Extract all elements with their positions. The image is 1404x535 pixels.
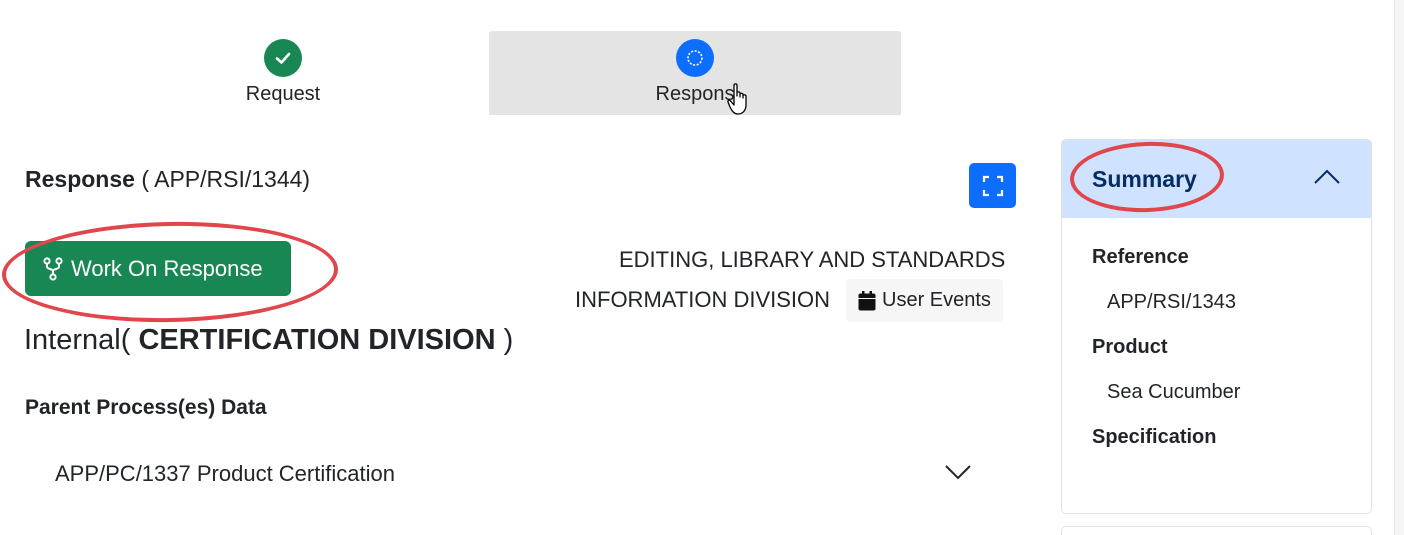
step-response-label: Respons [655,83,735,105]
response-title: Response ( APP/RSI/1344) [25,166,310,193]
calendar-icon [858,290,876,311]
parent-process-heading: Parent Process(es) Data [25,396,267,419]
chevron-up-icon[interactable] [1313,168,1341,191]
scrollbar-track[interactable] [1394,0,1404,535]
internal-division-name: CERTIFICATION DIVISION [138,324,496,356]
next-card [1061,526,1372,535]
summary-product-value: Sea Cucumber [1107,381,1241,403]
step-request[interactable]: Request [77,31,489,115]
step-request-label: Request [245,83,321,105]
user-events-button[interactable]: User Events [846,279,1003,322]
summary-specification-label: Specification [1092,426,1217,448]
internal-prefix: Internal( [24,324,131,356]
division-name-line2: INFORMATION DIVISION [575,287,831,312]
fullscreen-icon [982,175,1003,196]
work-on-response-button[interactable]: Work On Response [25,241,291,296]
summary-card: Summary Reference APP/RSI/1343 Product S… [1061,139,1372,514]
fullscreen-button[interactable] [969,163,1016,208]
internal-suffix: ) [503,324,514,356]
division-name-line1: EDITING, LIBRARY AND STANDARDS [619,247,1006,272]
work-on-response-label: Work On Response [71,255,263,281]
summary-body: Reference APP/RSI/1343 Product Sea Cucum… [1062,218,1371,449]
hand-cursor-icon [727,82,751,121]
internal-division-heading: Internal( CERTIFICATION DIVISION ) [24,324,513,357]
user-events-label: User Events [882,289,991,311]
response-reference: ( APP/RSI/1344) [141,166,311,192]
parent-process-item[interactable]: APP/PC/1337 Product Certification [55,461,395,487]
summary-reference-label: Reference [1092,246,1189,268]
response-title-label: Response [25,166,135,192]
loading-icon [676,39,714,77]
step-response[interactable]: Respons [489,31,901,115]
fork-icon [43,256,63,281]
summary-reference-value: APP/RSI/1343 [1107,291,1236,313]
summary-product-label: Product [1092,336,1168,358]
chevron-down-icon[interactable] [944,463,972,486]
check-icon [264,39,302,77]
summary-title: Summary [1092,165,1197,192]
summary-header[interactable]: Summary [1062,140,1371,218]
